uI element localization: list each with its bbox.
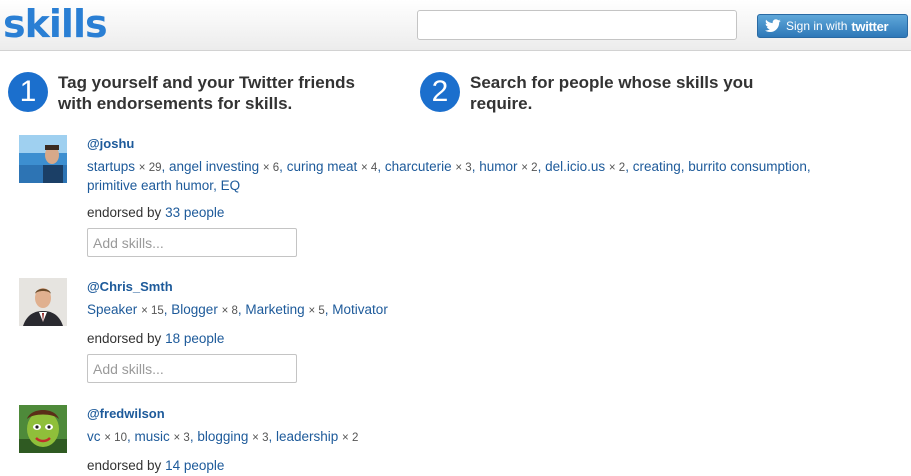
twitter-bird-icon xyxy=(765,19,781,33)
endorsed-by: endorsed by 33 people xyxy=(87,205,887,220)
top-bar: skills Sign in with twitter xyxy=(0,0,911,51)
sign-in-label: Sign in with xyxy=(786,19,848,33)
skill-count: × 6 xyxy=(262,162,280,174)
endorsers-link[interactable]: 14 people xyxy=(165,458,224,473)
skill-count: × 3 xyxy=(173,432,190,444)
user-handle-link[interactable]: @joshu xyxy=(87,136,887,151)
skill-link[interactable]: Speaker xyxy=(87,302,137,317)
skill-link[interactable]: blogging xyxy=(197,429,248,444)
endorsed-by: endorsed by 14 people xyxy=(87,458,887,473)
step-text: Search for people whose skills you requi… xyxy=(470,73,754,113)
skill-list: Speaker × 15, Blogger × 8, Marketing × 5… xyxy=(87,302,388,317)
step-number-badge: 2 xyxy=(420,72,460,112)
step-1: 1 Tag yourself and your Twitter friends … xyxy=(8,72,388,114)
skill-list: vc × 10, music × 3, blogging × 3, leader… xyxy=(87,429,359,444)
endorsed-by-label: endorsed by xyxy=(87,458,162,473)
skill-list: startups × 29, angel investing × 6, curi… xyxy=(87,159,811,193)
skill-count: × 2 xyxy=(521,162,538,174)
skill-link[interactable]: charcuterie xyxy=(385,159,452,174)
endorsers-link[interactable]: 33 people xyxy=(165,205,224,220)
avatar[interactable] xyxy=(19,278,67,326)
user-handle-link[interactable]: @Chris_Smth xyxy=(87,279,887,294)
avatar[interactable] xyxy=(19,405,67,453)
step-2: 2 Search for people whose skills you req… xyxy=(420,72,800,114)
skill-link[interactable]: leadership xyxy=(276,429,338,444)
skill-count: × 15 xyxy=(141,305,164,317)
skill-link[interactable]: del.icio.us xyxy=(545,159,605,174)
skill-link[interactable]: humor xyxy=(479,159,517,174)
skill-count: × 8 xyxy=(221,305,238,317)
skill-count: × 2 xyxy=(342,432,359,444)
skill-count: × 3 xyxy=(455,162,472,174)
avatar[interactable] xyxy=(19,135,67,183)
logo[interactable]: skills xyxy=(3,1,108,47)
skill-link[interactable]: curing meat xyxy=(287,159,358,174)
endorsed-by-label: endorsed by xyxy=(87,205,162,220)
skill-count: × 3 xyxy=(252,432,269,444)
skill-link[interactable]: vc xyxy=(87,429,101,444)
skill-count: × 2 xyxy=(608,162,626,174)
skill-link[interactable]: Motivator xyxy=(332,302,388,317)
endorsed-by: endorsed by 18 people xyxy=(87,331,887,346)
add-skills-input[interactable] xyxy=(87,228,297,257)
skill-count: × 5 xyxy=(308,305,325,317)
endorsed-by-label: endorsed by xyxy=(87,331,162,346)
step-text: Tag yourself and your Twitter friends wi… xyxy=(58,73,355,113)
skill-count: × 29 xyxy=(138,162,162,174)
skill-link[interactable]: primitive earth humor xyxy=(87,178,213,193)
skill-link[interactable]: music xyxy=(134,429,169,444)
skill-link[interactable]: Marketing xyxy=(245,302,304,317)
step-number-badge: 1 xyxy=(8,72,48,112)
skill-link[interactable]: EQ xyxy=(221,178,241,193)
user-handle-link[interactable]: @fredwilson xyxy=(87,406,887,421)
twitter-wordmark: twitter xyxy=(851,18,889,34)
sign-in-with-twitter-button[interactable]: Sign in with twitter xyxy=(757,14,908,38)
skill-count: × 10 xyxy=(104,432,127,444)
skill-link[interactable]: angel investing xyxy=(169,159,259,174)
skill-link[interactable]: creating xyxy=(633,159,681,174)
search-input[interactable] xyxy=(417,10,737,40)
skill-link[interactable]: burrito consumption xyxy=(688,159,807,174)
skill-link[interactable]: Blogger xyxy=(171,302,218,317)
add-skills-input[interactable] xyxy=(87,354,297,383)
skill-link[interactable]: startups xyxy=(87,159,135,174)
skill-count: × 4 xyxy=(361,162,378,174)
endorsers-link[interactable]: 18 people xyxy=(165,331,224,346)
